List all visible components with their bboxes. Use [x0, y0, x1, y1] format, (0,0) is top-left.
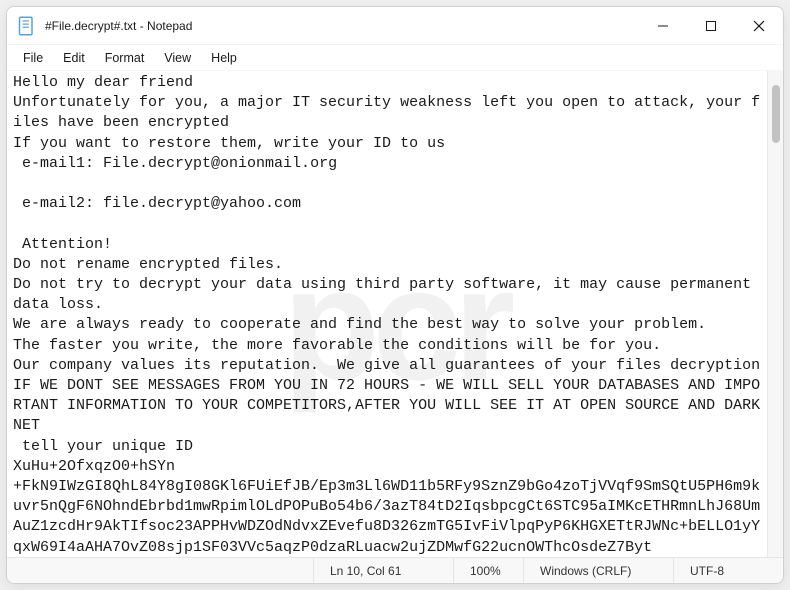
close-button[interactable] [735, 7, 783, 45]
notepad-window: #File.decrypt#.txt - Notepad File Edit F… [6, 6, 784, 584]
statusbar: Ln 10, Col 61 100% Windows (CRLF) UTF-8 [7, 557, 783, 583]
maximize-button[interactable] [687, 7, 735, 45]
status-eol: Windows (CRLF) [523, 558, 673, 583]
menu-edit[interactable]: Edit [53, 49, 95, 67]
text-content[interactable]: Hello my dear friend Unfortunately for y… [7, 71, 767, 557]
menu-format[interactable]: Format [95, 49, 155, 67]
editor-area: pcr Hello my dear friend Unfortunately f… [7, 71, 783, 557]
status-position: Ln 10, Col 61 [313, 558, 453, 583]
minimize-button[interactable] [639, 7, 687, 45]
menu-view[interactable]: View [154, 49, 201, 67]
status-zoom: 100% [453, 558, 523, 583]
window-title: #File.decrypt#.txt - Notepad [45, 19, 639, 33]
notepad-app-icon [17, 16, 37, 36]
vertical-scrollbar[interactable] [767, 71, 783, 557]
menu-file[interactable]: File [13, 49, 53, 67]
menubar: File Edit Format View Help [7, 45, 783, 71]
status-encoding: UTF-8 [673, 558, 783, 583]
scrollbar-thumb[interactable] [772, 85, 780, 143]
titlebar[interactable]: #File.decrypt#.txt - Notepad [7, 7, 783, 45]
menu-help[interactable]: Help [201, 49, 247, 67]
